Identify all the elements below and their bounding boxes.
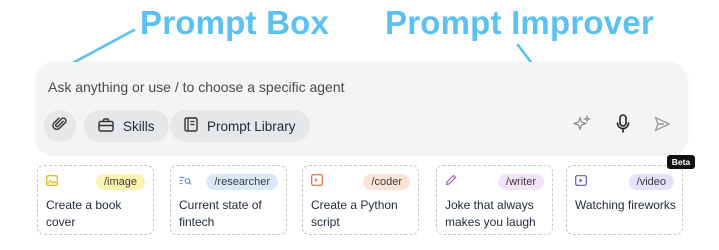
agent-prompt: Watching fireworks [575,198,676,212]
agent-tag: /video [628,173,674,190]
prompt-library-button[interactable]: Prompt Library [170,110,310,142]
send-icon [653,115,671,138]
sparkle-icon [572,114,592,139]
prompt-improver-annotation: Prompt Improver [385,4,654,41]
skills-button[interactable]: Skills [84,110,169,142]
send-button[interactable] [650,114,674,138]
agent-card-image[interactable]: /image Create a book cover [37,165,154,235]
agent-tag: /image [95,173,145,190]
prompt-input[interactable] [48,76,568,98]
agent-tag: /writer [498,173,544,190]
microphone-button[interactable] [611,113,635,139]
prompt-box-annotation: Prompt Box [140,4,330,41]
agent-prompt: Joke that always makes you laugh [445,198,536,229]
agent-tag: /coder [363,173,410,190]
agent-prompt: Current state of fintech [179,198,262,229]
agent-card-coder[interactable]: /coder Create a Python script [302,165,419,235]
agent-card-writer[interactable]: /writer Joke that always makes you laugh [436,165,553,235]
prompt-library-label: Prompt Library [207,118,296,134]
agent-prompt: Create a Python script [311,198,398,229]
agent-tag: /researcher [206,173,278,190]
attach-button[interactable] [44,110,76,142]
prompt-box: Skills Prompt Library [36,62,687,154]
book-icon [184,117,198,135]
prompt-improver-button[interactable] [570,114,594,138]
video-icon [575,173,587,191]
pencil-icon [445,173,457,191]
briefcase-icon [98,117,114,135]
paperclip-icon [52,116,68,137]
agent-card-video[interactable]: /video Watching fireworks [566,165,683,235]
code-icon [311,173,323,191]
skills-label: Skills [123,118,155,134]
agent-prompt: Create a book cover [46,198,122,229]
search-list-icon [179,173,192,191]
image-icon [46,173,58,191]
agent-card-researcher[interactable]: /researcher Current state of fintech [170,165,287,235]
beta-badge: Beta [667,155,695,169]
microphone-icon [615,113,631,139]
